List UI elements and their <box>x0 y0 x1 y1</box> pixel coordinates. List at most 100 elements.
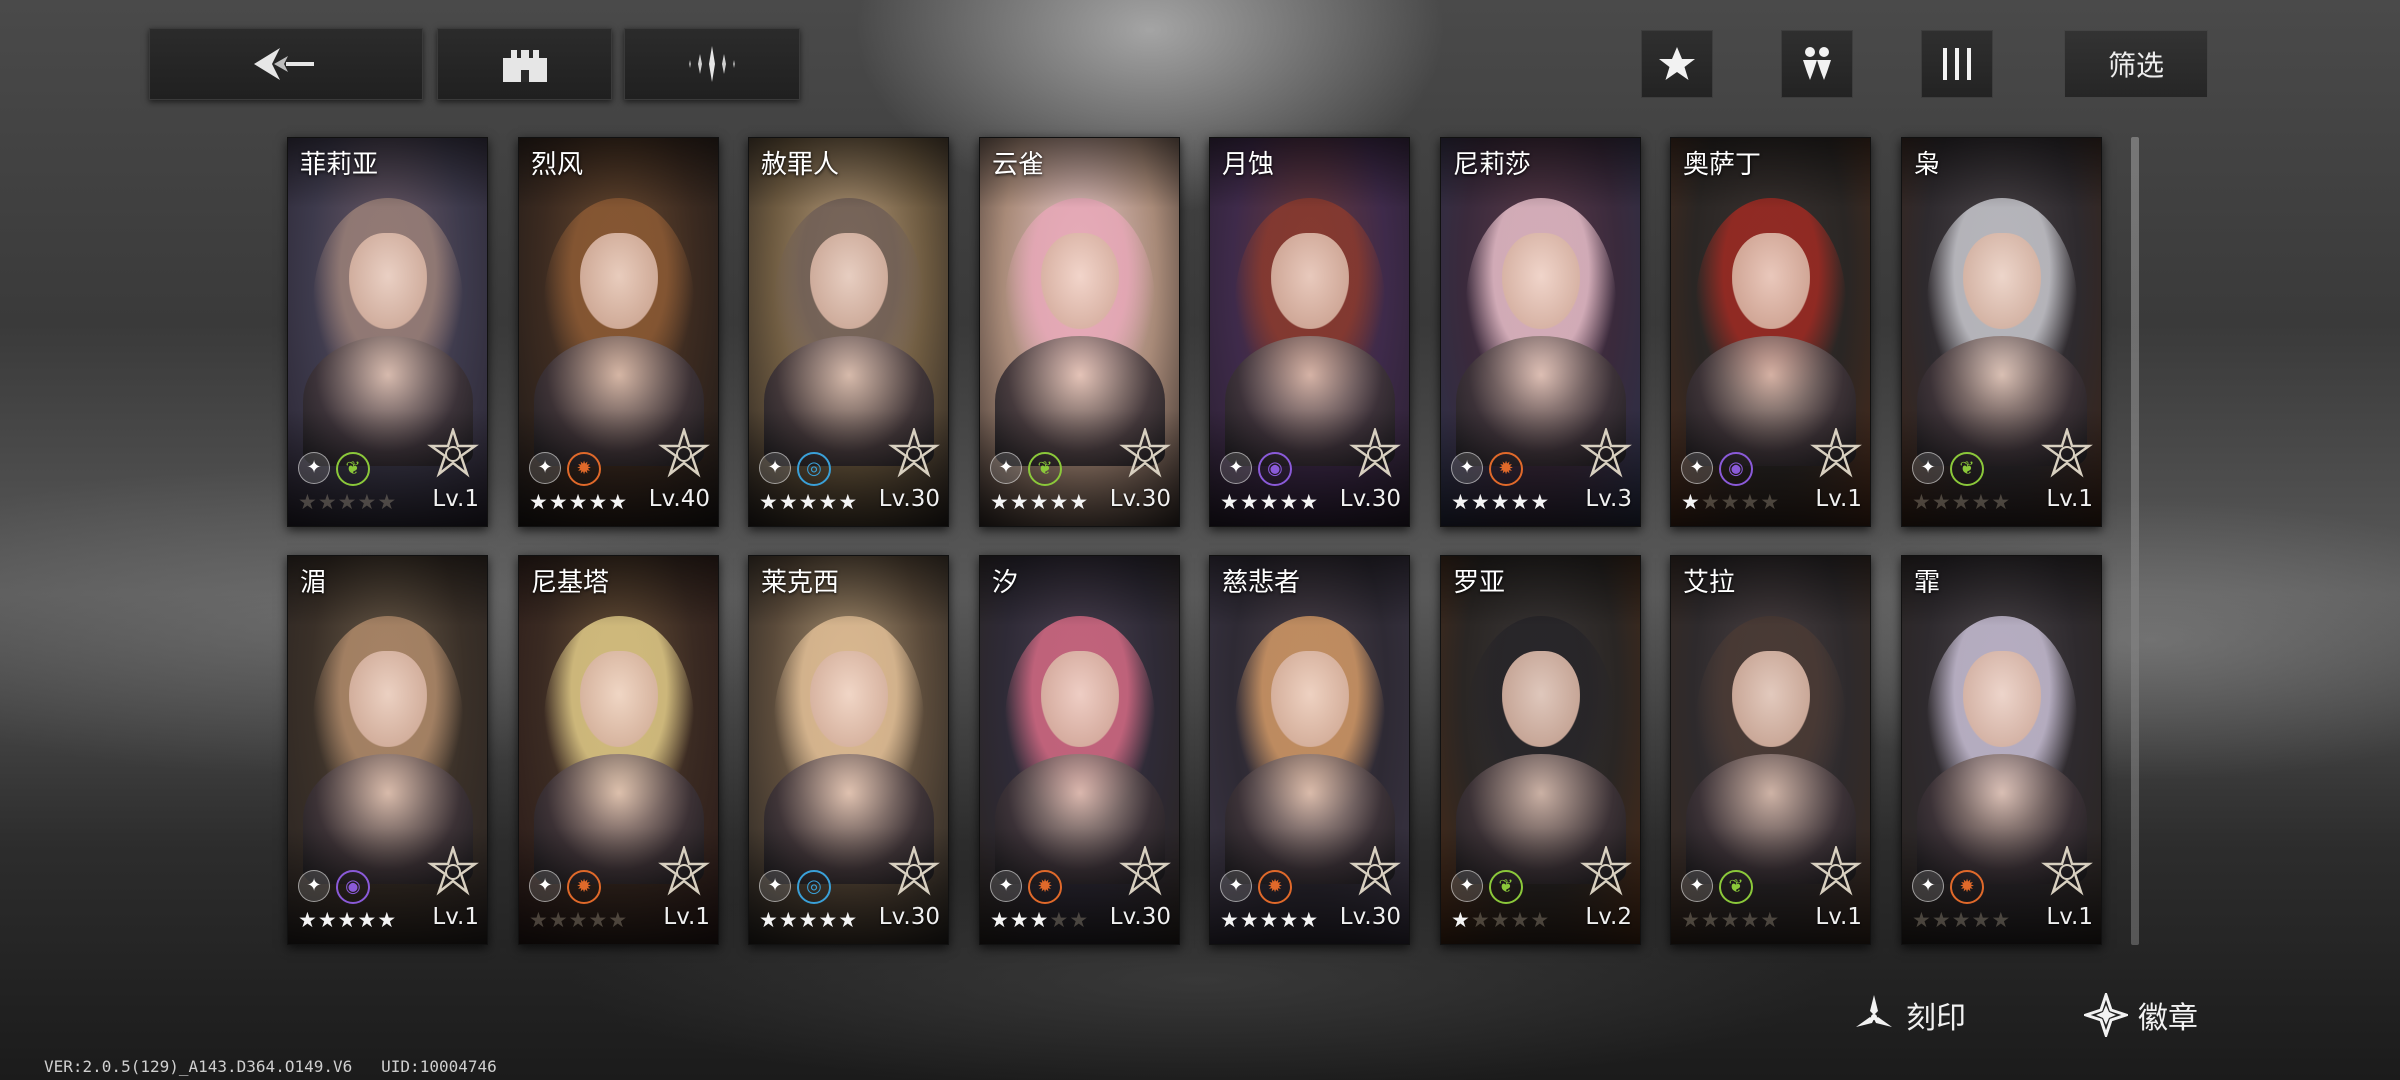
rank-emblem-icon <box>658 846 710 896</box>
character-attributes: ✦ ◉ <box>298 870 370 904</box>
character-level: Lv.1 <box>663 904 710 930</box>
rank-emblem-icon <box>1810 428 1862 478</box>
sparkle-icon <box>689 46 735 82</box>
back-button[interactable] <box>149 28 423 100</box>
class-icon: ✦ <box>529 452 561 484</box>
class-icon: ✦ <box>1451 452 1483 484</box>
nature-element-icon: ❦ <box>1950 452 1984 486</box>
character-card[interactable]: 月蚀 ✦ ◉ ★★★★★ Lv.30 <box>1209 137 1410 527</box>
nature-element-icon: ❦ <box>1719 870 1753 904</box>
character-name: 菲莉亚 <box>300 150 379 180</box>
character-card[interactable]: 尼莉莎 ✦ ✹ ★★★★★ Lv.3 <box>1440 137 1641 527</box>
water-element-icon: ◎ <box>797 870 831 904</box>
castle-icon <box>502 50 547 82</box>
character-attributes: ✦ ◉ <box>1681 452 1753 486</box>
character-card[interactable]: 莱克西 ✦ ◎ ★★★★★ Lv.30 <box>748 555 949 945</box>
character-attributes: ✦ ❦ <box>990 452 1062 486</box>
character-attributes: ✦ ❦ <box>298 452 370 486</box>
character-card[interactable]: 尼基塔 ✦ ✹ ★★★★★ Lv.1 <box>518 555 719 945</box>
character-name: 汐 <box>992 568 1019 598</box>
class-icon: ✦ <box>1681 452 1713 484</box>
star-rating: ★★★★★ <box>759 490 859 514</box>
character-attributes: ✦ ❦ <box>1912 452 1984 486</box>
character-name: 慈悲者 <box>1222 568 1301 598</box>
character-name: 赦罪人 <box>761 150 840 180</box>
character-name: 艾拉 <box>1683 568 1736 598</box>
class-icon: ✦ <box>1912 452 1944 484</box>
character-card[interactable]: 罗亚 ✦ ❦ ★★★★★ Lv.2 <box>1440 555 1641 945</box>
character-card[interactable]: 菲莉亚 ✦ ❦ ★★★★★ Lv.1 <box>287 137 488 527</box>
uid-text: UID:10004746 <box>381 1057 497 1076</box>
badge-button[interactable]: 徽章 <box>2084 990 2198 1040</box>
star-icon <box>1659 47 1695 80</box>
character-level: Lv.1 <box>2046 486 2093 512</box>
dark-element-icon: ◉ <box>1258 452 1292 486</box>
star-rating: ★★★★★ <box>1912 908 2012 932</box>
class-icon: ✦ <box>759 870 791 902</box>
rank-emblem-icon <box>2041 428 2093 478</box>
character-card[interactable]: 汐 ✦ ✹ ★★★★★ Lv.30 <box>979 555 1180 945</box>
character-attributes: ✦ ❦ <box>1681 870 1753 904</box>
class-icon: ✦ <box>990 452 1022 484</box>
star-rating: ★★★★★ <box>1451 908 1551 932</box>
badge-label: 徽章 <box>2138 1001 2198 1036</box>
dark-element-icon: ◉ <box>1719 452 1753 486</box>
favorite-button[interactable] <box>1641 30 1713 98</box>
character-attributes: ✦ ✹ <box>1220 870 1292 904</box>
rank-emblem-icon <box>1119 428 1171 478</box>
scrollbar[interactable] <box>2131 137 2139 945</box>
rank-emblem-icon <box>1810 846 1862 896</box>
character-level: Lv.3 <box>1585 486 1632 512</box>
sort-button[interactable] <box>1781 30 1853 98</box>
star-rating: ★★★★★ <box>1220 490 1320 514</box>
character-card[interactable]: 慈悲者 ✦ ✹ ★★★★★ Lv.30 <box>1209 555 1410 945</box>
fire-element-icon: ✹ <box>1028 870 1062 904</box>
character-attributes: ✦ ◎ <box>759 870 831 904</box>
character-level: Lv.1 <box>1815 904 1862 930</box>
rank-emblem-icon <box>1349 428 1401 478</box>
character-attributes: ✦ ◎ <box>759 452 831 486</box>
character-card[interactable]: 奥萨丁 ✦ ◉ ★★★★★ Lv.1 <box>1670 137 1871 527</box>
character-attributes: ✦ ◉ <box>1220 452 1292 486</box>
character-card[interactable]: 枭 ✦ ❦ ★★★★★ Lv.1 <box>1901 137 2102 527</box>
class-icon: ✦ <box>1912 870 1944 902</box>
class-icon: ✦ <box>990 870 1022 902</box>
character-card[interactable]: 赦罪人 ✦ ◎ ★★★★★ Lv.30 <box>748 137 949 527</box>
character-level: Lv.30 <box>878 486 940 512</box>
character-name: 奥萨丁 <box>1683 150 1762 180</box>
star-rating: ★★★★★ <box>990 908 1090 932</box>
character-level: Lv.30 <box>1109 904 1171 930</box>
engrave-icon <box>1856 995 1892 1027</box>
filter-button[interactable]: 筛选 <box>2064 30 2208 98</box>
rank-emblem-icon <box>2041 846 2093 896</box>
formation-button[interactable] <box>624 28 800 100</box>
nature-element-icon: ❦ <box>1489 870 1523 904</box>
character-attributes: ✦ ✹ <box>529 870 601 904</box>
star-rating: ★★★★★ <box>529 908 629 932</box>
filter-label: 筛选 <box>2107 49 2164 82</box>
character-card[interactable]: 云雀 ✦ ❦ ★★★★★ Lv.30 <box>979 137 1180 527</box>
class-icon: ✦ <box>529 870 561 902</box>
rank-emblem-icon <box>888 428 940 478</box>
nature-element-icon: ❦ <box>1028 452 1062 486</box>
character-name: 云雀 <box>992 150 1045 180</box>
character-card[interactable]: 烈风 ✦ ✹ ★★★★★ Lv.40 <box>518 137 719 527</box>
engrave-label: 刻印 <box>1906 1001 1966 1036</box>
character-grid: 菲莉亚 ✦ ❦ ★★★★★ Lv.1 烈风 ✦ ✹ ★★★★★ Lv.40 赦罪人 ✦ ◎ ★★★★★ Lv… <box>287 137 2102 945</box>
character-card[interactable]: 艾拉 ✦ ❦ ★★★★★ Lv.1 <box>1670 555 1871 945</box>
columns-button[interactable] <box>1921 30 1993 98</box>
star-rating: ★★★★★ <box>1220 908 1320 932</box>
fire-element-icon: ✹ <box>1258 870 1292 904</box>
fire-element-icon: ✹ <box>567 870 601 904</box>
star-rating: ★★★★★ <box>990 490 1090 514</box>
team-button[interactable] <box>437 28 612 100</box>
character-card[interactable]: 湄 ✦ ◉ ★★★★★ Lv.1 <box>287 555 488 945</box>
character-attributes: ✦ ✹ <box>990 870 1062 904</box>
class-icon: ✦ <box>759 452 791 484</box>
character-card[interactable]: 霏 ✦ ✹ ★★★★★ Lv.1 <box>1901 555 2102 945</box>
engrave-button[interactable]: 刻印 <box>1852 990 1966 1040</box>
character-name: 烈风 <box>531 150 584 180</box>
character-level: Lv.30 <box>1339 486 1401 512</box>
character-level: Lv.30 <box>1109 486 1171 512</box>
character-attributes: ✦ ✹ <box>1912 870 1984 904</box>
